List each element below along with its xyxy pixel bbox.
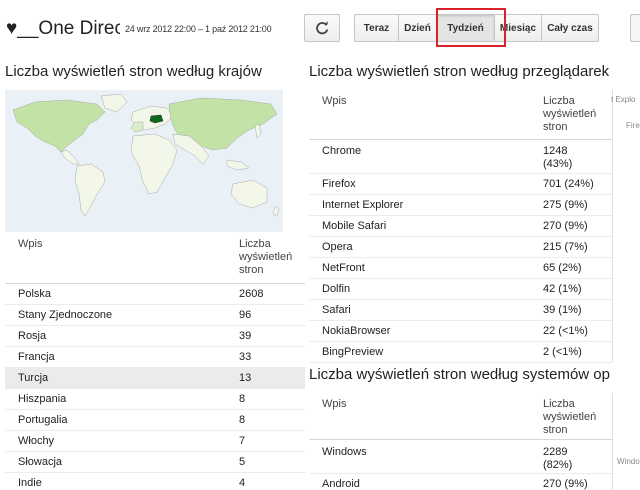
table-row: Dolfin 42 (1%)	[309, 279, 612, 300]
row-label: Portugalia	[18, 414, 68, 426]
table-row: Rosja 39	[5, 326, 305, 347]
world-map	[5, 90, 283, 232]
period-all-time-button[interactable]: Cały czas	[541, 14, 599, 42]
row-value: 2608	[239, 288, 264, 300]
period-now-button[interactable]: Teraz	[354, 14, 399, 42]
countries-col-views: Liczba wyświetleń stron	[239, 238, 293, 276]
row-value: 1248 (43%)	[543, 145, 573, 170]
browsers-divider	[612, 90, 613, 362]
table-row: Mobile Safari 270 (9%)	[309, 216, 612, 237]
row-value: 96	[239, 309, 252, 321]
os-title: Liczba wyświetleń stron według systemów …	[309, 366, 610, 383]
world-map-svg	[5, 90, 283, 232]
row-value: 4	[239, 477, 246, 489]
row-label: Indie	[18, 477, 42, 489]
countries-title: Liczba wyświetleń stron według krajów	[5, 63, 262, 80]
browsers-col-entry: Wpis	[322, 95, 347, 107]
row-label: Windows	[322, 446, 367, 458]
row-value: 215 (7%)	[543, 241, 588, 253]
os-divider	[612, 393, 613, 490]
header: ♥__One Direct 24 wrz 2012 22:00 – 1 paź …	[0, 0, 640, 58]
row-label: Turcja	[18, 372, 49, 384]
row-label: BingPreview	[322, 346, 384, 358]
table-row: Internet Explorer 275 (9%)	[309, 195, 612, 216]
row-value: 42 (1%)	[543, 283, 582, 295]
table-row: Stany Zjednoczone 96	[5, 305, 305, 326]
os-col-views: Liczba wyświetleń stron	[543, 398, 597, 436]
table-row: NokiaBrowser 22 (<1%)	[309, 321, 612, 342]
date-range: 24 wrz 2012 22:00 – 1 paź 2012 21:00	[125, 24, 272, 34]
row-label: Stany Zjednoczone	[18, 309, 113, 321]
refresh-button[interactable]	[304, 14, 340, 42]
browsers-table: Wpis Liczba wyświetleń stron Chrome 1248 …	[309, 90, 612, 363]
os-table-header: Wpis Liczba wyświetleń stron	[309, 393, 612, 440]
row-value: 270 (9%)	[543, 220, 588, 232]
table-row: Turcja 13	[5, 368, 305, 389]
table-row: Opera 215 (7%)	[309, 237, 612, 258]
browsers-title: Liczba wyświetleń stron według przegląda…	[309, 63, 610, 80]
table-row: NetFront 65 (2%)	[309, 258, 612, 279]
row-label: NokiaBrowser	[322, 325, 391, 337]
row-label: Włochy	[18, 435, 55, 447]
table-row: Polska 2608	[5, 284, 305, 305]
row-label: Mobile Safari	[322, 220, 387, 232]
row-value: 65 (2%)	[543, 262, 582, 274]
table-row: Firefox 701 (24%)	[309, 174, 612, 195]
row-value: 39	[239, 330, 252, 342]
row-label: NetFront	[322, 262, 365, 274]
row-value: 275 (9%)	[543, 199, 588, 211]
os-table: Wpis Liczba wyświetleń stron Windows 2289…	[309, 393, 612, 490]
browsers-chart-label: Fire	[626, 121, 640, 130]
row-label: Android	[322, 478, 360, 490]
table-row: Włochy 7	[5, 431, 305, 452]
overflow-button[interactable]	[630, 14, 640, 42]
row-label: Dolfin	[322, 283, 351, 295]
countries-table-header: Wpis Liczba wyświetleń stron	[5, 234, 305, 284]
os-chart-label: Windo	[617, 457, 640, 466]
row-label: Internet Explorer	[322, 199, 404, 211]
table-row: Portugalia 8	[5, 410, 305, 431]
blog-title: ♥__One Direct	[6, 18, 120, 39]
browsers-col-views: Liczba wyświetleń stron	[543, 95, 597, 133]
row-label: Rosja	[18, 330, 47, 342]
row-label: Safari	[322, 304, 351, 316]
row-value: 7	[239, 435, 246, 447]
row-value: 5	[239, 456, 246, 468]
row-value: 2 (<1%)	[543, 346, 582, 358]
row-value: 13	[239, 372, 252, 384]
browsers-table-header: Wpis Liczba wyświetleń stron	[309, 90, 612, 140]
refresh-icon	[316, 21, 329, 35]
row-label: Słowacja	[18, 456, 63, 468]
row-label: Firefox	[322, 178, 356, 190]
table-row: Francja 33	[5, 347, 305, 368]
row-value: 33	[239, 351, 252, 363]
row-label: Opera	[322, 241, 353, 253]
row-value: 2289 (82%)	[543, 446, 573, 471]
browsers-chart-label: t Explo	[611, 95, 636, 104]
table-row: Safari 39 (1%)	[309, 300, 612, 321]
table-row: Hiszpania 8	[5, 389, 305, 410]
table-row: Słowacja 5	[5, 452, 305, 473]
table-row: Indie 4	[5, 473, 305, 490]
row-label: Francja	[18, 351, 55, 363]
period-day-button[interactable]: Dzień	[398, 14, 437, 42]
row-value: 8	[239, 393, 246, 405]
table-row: Chrome 1248 (43%)	[309, 140, 612, 174]
row-label: Hiszpania	[18, 393, 67, 405]
row-label: Polska	[18, 288, 52, 300]
table-row: BingPreview 2 (<1%)	[309, 342, 612, 363]
row-value: 701 (24%)	[543, 178, 594, 190]
row-value: 8	[239, 414, 246, 426]
os-col-entry: Wpis	[322, 398, 347, 410]
row-value: 22 (<1%)	[543, 325, 588, 337]
table-row: Android 270 (9%)	[309, 474, 612, 490]
row-label: Chrome	[322, 145, 362, 157]
countries-col-entry: Wpis	[18, 238, 43, 250]
active-period-highlight	[436, 8, 506, 47]
countries-table: Wpis Liczba wyświetleń stron Polska 2608 …	[5, 234, 305, 490]
row-value: 270 (9%)	[543, 478, 588, 490]
row-value: 39 (1%)	[543, 304, 582, 316]
table-row: Windows 2289 (82%)	[309, 440, 612, 474]
